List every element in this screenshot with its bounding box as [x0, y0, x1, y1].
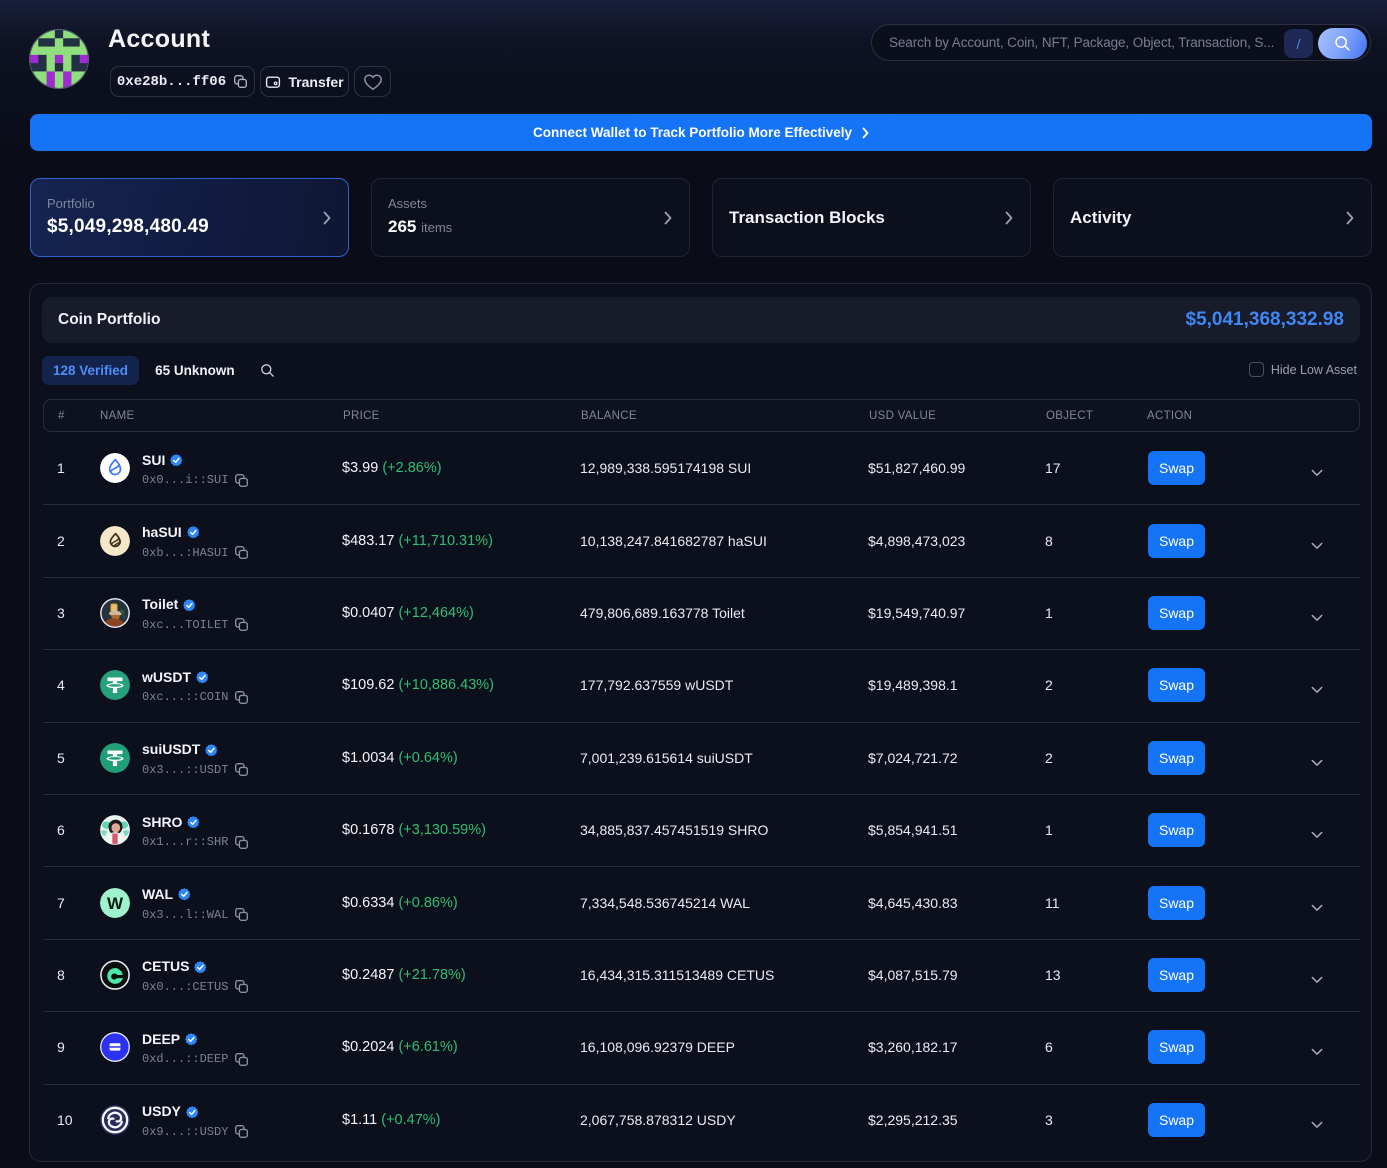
svg-text:W: W	[107, 894, 124, 913]
